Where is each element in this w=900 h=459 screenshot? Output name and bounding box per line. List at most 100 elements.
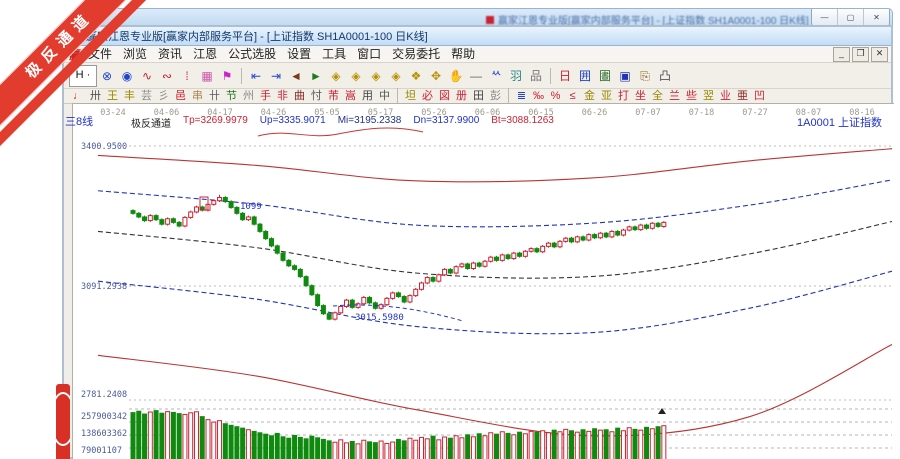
menu-item-5[interactable]: 公式选股 [228, 47, 276, 61]
dark-ya-icon[interactable]: 亜 [734, 89, 751, 103]
info-circle-icon[interactable]: ◉ [117, 66, 137, 86]
menu-item-3[interactable]: 资讯 [158, 47, 182, 61]
next-bar-icon[interactable]: ► [306, 66, 326, 86]
pattern-grid-icon[interactable]: ▦ [197, 66, 217, 86]
menu-item-7[interactable]: 工具 [322, 47, 346, 61]
symbol-label: 1A0001 上证指数 [797, 114, 882, 130]
toolbar-separator [550, 68, 551, 84]
print-icon[interactable]: 凸 [655, 66, 675, 86]
flag-icon[interactable]: ⚑ [217, 66, 237, 86]
center-line-icon[interactable]: 中 [376, 89, 393, 103]
gold-ratio-icon[interactable]: 金 [581, 89, 598, 103]
drag-hand-icon[interactable]: ✋ [446, 66, 466, 86]
channel-tool-icon[interactable]: 州 [240, 89, 257, 103]
first-page-icon[interactable]: ⇤ [246, 66, 266, 86]
export-copy-icon[interactable]: ⎘ [635, 66, 655, 86]
toolbar-separator [508, 88, 509, 104]
last-page-icon[interactable]: ⇥ [266, 66, 286, 86]
expand-horizontal-icon[interactable]: ✥ [426, 66, 446, 86]
grid-lines-icon[interactable]: 卅 [87, 89, 104, 103]
calculator-icon[interactable]: 囲 [575, 66, 595, 86]
wave-tool-icon[interactable]: ᄿ [486, 66, 506, 86]
gann-box-icon[interactable]: 丰 [121, 89, 138, 103]
indicator-value-2: Up=3335.9071 [260, 115, 326, 130]
trend-curve-icon[interactable]: ∿ [137, 66, 157, 86]
menu-bar: 赢 文件浏览资讯江恩公式选股设置工具窗口交易委托帮助 _❐✕ [64, 46, 891, 63]
trend-curve2-icon[interactable]: ∾ [157, 66, 177, 86]
cycle-tool-icon[interactable]: 邑 [172, 89, 189, 103]
candles-layer [131, 195, 666, 321]
red-fan-icon[interactable]: 芾 [325, 89, 342, 103]
list-icon[interactable]: ≣ [513, 89, 530, 103]
menu-item-9[interactable]: 交易委托 [392, 47, 440, 61]
channel-line-Up-line [98, 180, 892, 227]
olive-box-icon[interactable]: 坦 [402, 89, 419, 103]
callout-icon[interactable]: 図 [436, 89, 453, 103]
measure-icon[interactable]: 忖 [308, 89, 325, 103]
menu-item-4[interactable]: 江恩 [193, 47, 217, 61]
zoom-left-icon[interactable]: ◈ [326, 66, 346, 86]
expand-vertical-icon[interactable]: ❖ [406, 66, 426, 86]
crosshair-icon[interactable]: ⊗ [97, 66, 117, 86]
gann-wheel-icon[interactable]: 羽 [506, 66, 526, 86]
zoom-right-icon[interactable]: ◈ [346, 66, 366, 86]
indicator-value-1: Tp=3269.9979 [183, 115, 248, 130]
square-tool-icon[interactable]: 田 [470, 89, 487, 103]
title-bar[interactable]: 赢 赢家江恩专业版[赢家内部服务平台] - [上证指数 SH1A0001-100… [64, 27, 891, 46]
compare-icon[interactable]: ≤ [564, 89, 581, 103]
level-tool-icon[interactable]: 亚 [598, 89, 615, 103]
svg-text:07-18: 07-18 [689, 108, 715, 118]
circle-tool-icon[interactable]: 串 [189, 89, 206, 103]
menu-item-8[interactable]: 窗口 [357, 47, 381, 61]
outer-maximize-button[interactable]: ▢ [838, 9, 864, 26]
gann-square-icon[interactable]: 嵩 [342, 89, 359, 103]
mdi-close-button[interactable]: ✕ [871, 47, 888, 62]
mdi-window-controls: _❐✕ [833, 47, 888, 62]
box-tool-icon[interactable]: 用 [359, 89, 376, 103]
dark-grid-icon[interactable]: 曲 [291, 89, 308, 103]
bar-pattern-icon[interactable]: 非 [274, 89, 291, 103]
concave-icon[interactable]: 凹 [751, 89, 768, 103]
menu-item-6[interactable]: 设置 [287, 47, 311, 61]
minus-line-icon[interactable]: — [466, 66, 486, 86]
hand-draw-icon[interactable]: 手 [257, 89, 274, 103]
zoom-in-icon[interactable]: ◈ [366, 66, 386, 86]
green-band-icon[interactable]: 节 [223, 89, 240, 103]
stats-table-icon[interactable]: 圕 [595, 66, 615, 86]
permille-icon[interactable]: ‰ [530, 89, 547, 103]
outer-minimize-button[interactable]: — [812, 9, 838, 26]
kline-chart-canvas[interactable]: 03-2404-0604-1704-2605-0505-1705-2606-06… [73, 104, 894, 459]
toolbar-separator [241, 68, 242, 84]
parallel-lines-icon[interactable]: 卄 [206, 89, 223, 103]
strike-tool-icon[interactable]: 打 [615, 89, 632, 103]
menu-item-10[interactable]: 帮助 [451, 47, 475, 61]
mdi-restore-button[interactable]: ❐ [852, 47, 869, 62]
calendar-icon[interactable]: 日 [555, 66, 575, 86]
indicator-value-3: Mi=3195.2338 [338, 115, 402, 130]
low-annotation: 3015.5980 [355, 313, 404, 323]
support-tool-icon[interactable]: 坐 [632, 89, 649, 103]
left-red-decoration [56, 384, 70, 459]
xie-tool-icon[interactable]: 些 [683, 89, 700, 103]
yi-tool-icon[interactable]: 翌 [700, 89, 717, 103]
fib-lines-icon[interactable]: 芸 [138, 89, 155, 103]
mdi-minimize-button[interactable]: _ [833, 47, 850, 62]
prev-bar-icon[interactable]: ◄ [286, 66, 306, 86]
save-icon[interactable]: ▣ [615, 66, 635, 86]
lan-tool-icon[interactable]: 兰 [666, 89, 683, 103]
quan-tool-icon[interactable]: 全 [649, 89, 666, 103]
shadow-lines-icon[interactable]: 彭 [487, 89, 504, 103]
zoom-out-icon[interactable]: ◈ [386, 66, 406, 86]
gann-grid-icon[interactable]: 王 [104, 89, 121, 103]
ruler-icon[interactable]: 册 [453, 89, 470, 103]
dotted-line-icon[interactable]: ⁞ [177, 66, 197, 86]
group-windows-icon[interactable]: 品 [526, 66, 546, 86]
outer-close-button[interactable]: ✕ [864, 9, 889, 26]
svg-text:79001107: 79001107 [81, 446, 122, 456]
magnet-tool-icon[interactable]: ♩ [70, 89, 87, 103]
menu-item-2[interactable]: 浏览 [123, 47, 147, 61]
pen-tool-icon[interactable]: 必 [419, 89, 436, 103]
ye-tool-icon[interactable]: 业 [717, 89, 734, 103]
percent-icon[interactable]: % [547, 89, 564, 103]
speed-lines-icon[interactable]: 彡 [155, 89, 172, 103]
